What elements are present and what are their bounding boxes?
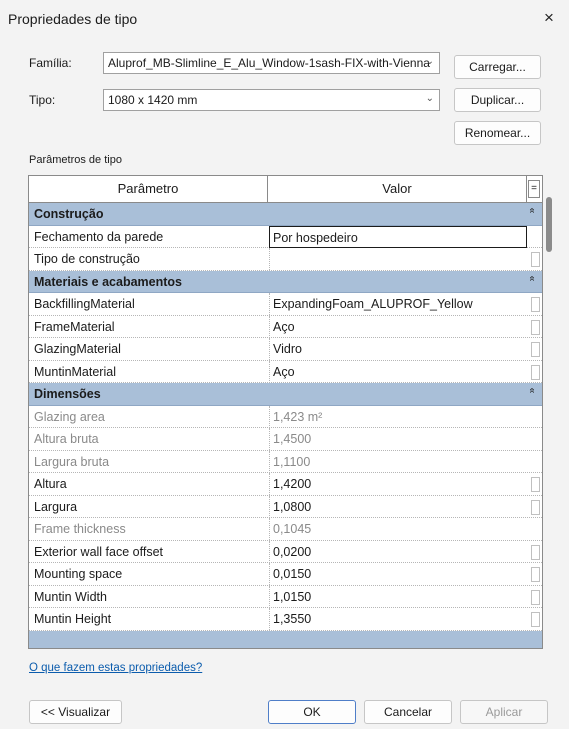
associate-parameter-button[interactable] xyxy=(531,499,540,515)
grid-rows: Construção « Fechamento da parede Por hospe… xyxy=(29,203,542,648)
collapse-icon[interactable]: « xyxy=(527,275,538,281)
parameter-row[interactable]: Altura 1,4200 xyxy=(29,473,542,496)
parameter-name: Altura xyxy=(34,477,67,491)
cancelar-button[interactable]: Cancelar xyxy=(364,700,452,724)
parameter-row[interactable]: Altura bruta 1,4500 xyxy=(29,428,542,451)
aplicar-button[interactable]: Aplicar xyxy=(460,700,548,724)
familia-label: Família: xyxy=(29,56,72,70)
parameter-row[interactable]: Mounting space 0,0150 xyxy=(29,563,542,586)
parameter-row[interactable]: Largura bruta 1,1100 xyxy=(29,450,542,473)
parameter-row[interactable]: Exterior wall face offset 0,0200 xyxy=(29,540,542,563)
associate-parameter-button[interactable] xyxy=(531,544,540,560)
close-icon[interactable]: × xyxy=(539,8,559,28)
chevron-down-icon: ⌄ xyxy=(425,56,434,67)
parameter-row[interactable]: Muntin Width 1,0150 xyxy=(29,585,542,608)
parameter-value[interactable]: Vidro xyxy=(269,338,527,360)
parameter-value[interactable]: Aço xyxy=(269,360,527,383)
parameter-value: 1,4500 xyxy=(269,428,527,450)
parameter-value: 0,1045 xyxy=(269,518,527,540)
group-header[interactable]: Materiais e acabamentos « xyxy=(29,270,542,293)
associate-parameter-button[interactable] xyxy=(531,477,540,492)
column-header-valor[interactable]: Valor xyxy=(268,176,527,202)
associate-parameter-button[interactable] xyxy=(531,297,540,312)
familia-dropdown[interactable]: Aluprof_MB-Slimline_E_Alu_Window-1sash-F… xyxy=(103,52,440,74)
parameter-name: Altura bruta xyxy=(34,432,99,446)
tipo-dropdown[interactable]: 1080 x 1420 mm ⌄ xyxy=(103,89,440,111)
duplicar-button[interactable]: Duplicar... xyxy=(454,88,541,112)
parameter-name: Largura bruta xyxy=(34,454,110,469)
title-bar: Propriedades de tipo × xyxy=(0,0,569,40)
ok-button[interactable]: OK xyxy=(268,700,356,724)
parameter-name: Frame thickness xyxy=(34,522,126,536)
parameter-name: FrameMaterial xyxy=(34,319,115,334)
parameter-row[interactable]: Largura 1,0800 xyxy=(29,495,542,518)
carregar-button[interactable]: Carregar... xyxy=(454,55,541,79)
parameter-row[interactable]: FrameMaterial Aço xyxy=(29,315,542,338)
group-name: Dimensões xyxy=(34,387,101,401)
associate-parameter-button[interactable] xyxy=(531,612,540,627)
collapse-icon[interactable]: « xyxy=(527,208,538,214)
parameter-name: Glazing area xyxy=(34,409,105,424)
parameter-value[interactable]: 1,3550 xyxy=(269,608,527,630)
group-header[interactable]: Dimensões « xyxy=(29,383,542,406)
parameter-value[interactable]: 0,0200 xyxy=(269,540,527,563)
associate-parameter-button[interactable] xyxy=(531,319,540,335)
parameter-value[interactable] xyxy=(269,248,527,270)
parameter-name: Fechamento da parede xyxy=(34,229,164,244)
parameter-value: 1,423 m² xyxy=(269,405,527,428)
tipo-value: 1080 x 1420 mm xyxy=(108,93,198,107)
parameter-row[interactable]: Muntin Height 1,3550 xyxy=(29,608,542,631)
group-name: Construção xyxy=(34,207,104,221)
parameter-name: Mounting space xyxy=(34,567,123,581)
grid-scrollbar[interactable] xyxy=(546,197,552,252)
params-section-label: Parâmetros de tipo xyxy=(29,154,122,166)
parameter-value[interactable]: ExpandingFoam_ALUPROF_Yellow xyxy=(269,293,527,315)
parameter-row[interactable]: GlazingMaterial Vidro xyxy=(29,338,542,361)
parameter-value[interactable]: 1,0800 xyxy=(269,495,527,518)
collapse-icon[interactable]: « xyxy=(527,388,538,394)
associate-parameter-button[interactable] xyxy=(531,567,540,582)
renomear-button[interactable]: Renomear... xyxy=(454,121,541,145)
associate-parameter-button[interactable] xyxy=(531,342,540,357)
window-title: Propriedades de tipo xyxy=(8,11,138,27)
parameter-name: MuntinMaterial xyxy=(34,364,116,379)
column-menu-icon[interactable]: = xyxy=(528,180,540,198)
parameter-value[interactable]: 1,0150 xyxy=(269,585,527,608)
group-name: Materiais e acabamentos xyxy=(34,274,182,289)
parameter-row[interactable]: BackfillingMaterial ExpandingFoam_ALUPROF… xyxy=(29,293,542,316)
group-header[interactable]: Construção « xyxy=(29,203,542,226)
associate-parameter-button[interactable] xyxy=(531,364,540,380)
parameter-value[interactable]: Aço xyxy=(269,315,527,338)
parameter-name: Tipo de construção xyxy=(34,252,140,266)
tipo-label: Tipo: xyxy=(29,93,56,107)
parameter-value[interactable]: Por hospedeiro xyxy=(269,225,527,248)
associate-parameter-button[interactable] xyxy=(531,589,540,605)
parameter-name: Muntin Width xyxy=(34,589,107,604)
parameter-row[interactable]: MuntinMaterial Aço xyxy=(29,360,542,383)
parameter-value: 1,1100 xyxy=(269,450,527,473)
familia-value: Aluprof_MB-Slimline_E_Alu_Window-1sash-F… xyxy=(108,56,430,70)
grid-header: Parâmetro Valor = xyxy=(29,176,542,203)
visualizar-button[interactable]: << Visualizar xyxy=(29,700,122,724)
parameter-name: Muntin Height xyxy=(34,612,112,626)
parameter-name: BackfillingMaterial xyxy=(34,297,135,311)
parameter-value[interactable]: 0,0150 xyxy=(269,563,527,585)
parameter-value[interactable]: 1,4200 xyxy=(269,473,527,495)
parameter-name: GlazingMaterial xyxy=(34,342,121,356)
parameter-row[interactable]: Tipo de construção xyxy=(29,248,542,271)
parameter-name: Largura xyxy=(34,499,78,514)
help-link[interactable]: O que fazem estas propriedades? xyxy=(29,662,202,674)
parameter-row[interactable]: Glazing area 1,423 m² xyxy=(29,405,542,428)
column-header-parametro[interactable]: Parâmetro xyxy=(29,176,268,202)
associate-parameter-button[interactable] xyxy=(531,252,540,267)
group-header-partial[interactable] xyxy=(29,630,542,648)
chevron-down-icon: ⌄ xyxy=(425,93,434,104)
parameter-row[interactable]: Fechamento da parede Por hospedeiro xyxy=(29,225,542,248)
parameter-name: Exterior wall face offset xyxy=(34,544,163,559)
parameters-grid: Parâmetro Valor = Construção « Fechamento … xyxy=(28,175,543,649)
parameter-row[interactable]: Frame thickness 0,1045 xyxy=(29,518,542,541)
